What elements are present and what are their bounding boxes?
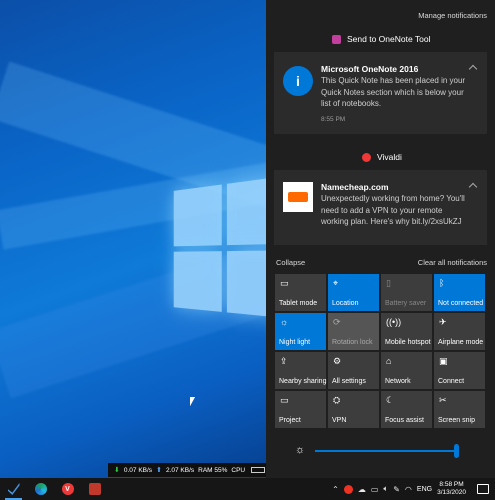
taskbar: V ⌃ ☁ ▭ 🔈︎ ✎ ◠ ENG 8:58 PM 3/13/2020 [0, 478, 495, 500]
collapse-button[interactable]: Collapse [276, 258, 305, 267]
network-icon: ⌂ [386, 356, 392, 366]
focus-assist-icon: ☾ [386, 395, 395, 405]
windows-logo [173, 173, 266, 343]
notification-body: Unexpectedly working from home? You'll n… [321, 194, 465, 226]
quick-action-night-light[interactable]: ☼ Night light [275, 313, 326, 350]
ram-usage: RAM 55% [198, 466, 228, 474]
night-light-icon: ☼ [280, 317, 289, 327]
chevron-up-icon[interactable] [468, 64, 478, 74]
manage-notifications-link[interactable]: Manage notifications [418, 11, 487, 20]
download-speed: 0.07 KB/s [123, 466, 153, 474]
namecheap-logo-icon [283, 182, 313, 212]
onenote-icon [332, 34, 341, 44]
cpu-label: CPU [231, 466, 246, 474]
taskbar-app-visual-studio[interactable] [0, 478, 27, 500]
quick-action-tablet-mode[interactable]: ▭ Tablet mode [275, 274, 326, 311]
tray-app-icon[interactable] [343, 484, 353, 494]
upload-speed: 2.07 KB/s [165, 466, 195, 474]
quick-action-vpn[interactable]: ⛭ VPN [328, 391, 379, 428]
chevron-up-icon[interactable]: ⌃ [332, 485, 339, 494]
volume-icon[interactable]: 🔈︎ [383, 484, 388, 494]
clear-all-notifications-button[interactable]: Clear all notifications [418, 258, 487, 267]
desktop-wallpaper[interactable] [0, 0, 266, 478]
vpn-icon: ⛭ [333, 395, 341, 405]
vivaldi-icon [362, 152, 371, 162]
vivaldi-icon: V [61, 483, 74, 495]
wifi-icon[interactable]: ◠ [405, 485, 412, 494]
mobile-hotspot-icon: ((•)) [386, 317, 402, 327]
app-group-header: Vivaldi [362, 152, 402, 162]
quick-action-rotation-lock[interactable]: ⟳ Rotation lock [328, 313, 379, 350]
brightness-slider[interactable]: ☼ [275, 434, 485, 468]
edge-icon [34, 483, 47, 495]
action-center-icon[interactable] [477, 484, 489, 494]
notification-title: Microsoft OneNote 2016 [321, 64, 419, 74]
action-center: Manage notifications Send to OneNote Too… [266, 0, 495, 478]
language-indicator[interactable]: ENG [417, 486, 432, 493]
rotation-lock-icon: ⟳ [333, 317, 341, 327]
quick-action-battery-saver[interactable]: ▯ Battery saver [381, 274, 432, 311]
quick-action-nearby-sharing[interactable]: ⇪ Nearby sharing [275, 352, 326, 389]
quick-action-focus-assist[interactable]: ☾ Focus assist [381, 391, 432, 428]
airplane-mode-icon: ✈ [439, 317, 447, 327]
taskbar-app-vivaldi[interactable]: V [54, 478, 81, 500]
quick-action-screen-snip[interactable]: ✂ Screen snip [434, 391, 485, 428]
chevron-up-icon[interactable] [468, 182, 478, 192]
notification-card[interactable]: Namecheap.com Unexpectedly working from … [274, 170, 487, 245]
notification-body: This Quick Note has been placed in your … [321, 76, 466, 108]
app-icon [88, 483, 101, 495]
bluetooth-icon: ᛒ [439, 278, 445, 288]
taskbar-app-edge[interactable] [27, 478, 54, 500]
upload-arrow-icon: ⬆ [156, 467, 162, 474]
notification-title: Namecheap.com [321, 182, 389, 192]
quick-action-mobile-hotspot[interactable]: ((•)) Mobile hotspot [381, 313, 432, 350]
cloud-icon[interactable]: ☁ [358, 485, 366, 494]
quick-action-bluetooth[interactable]: ᛒ Not connected [434, 274, 485, 311]
quick-actions-grid: ▭ Tablet mode ⌖ Location ▯ Battery saver ᛒN… [275, 274, 491, 428]
notification-time: 8:55 PM [321, 116, 346, 123]
screen-snip-icon: ✂ [439, 395, 447, 405]
project-icon: ▭ [280, 395, 289, 405]
battery-saver-icon: ▯ [386, 278, 391, 288]
taskbar-app[interactable] [81, 478, 108, 500]
clock-time: 8:58 PM [439, 481, 464, 488]
pen-icon[interactable]: ✎ [393, 485, 400, 494]
app-group-name: Vivaldi [377, 152, 402, 162]
nearby-sharing-icon: ⇪ [280, 356, 288, 366]
visual-studio-icon [7, 483, 20, 495]
quick-action-location[interactable]: ⌖ Location [328, 274, 379, 311]
quick-action-connect[interactable]: ▣ Connect [434, 352, 485, 389]
clock-date: 3/13/2020 [437, 489, 466, 496]
brightness-thumb[interactable] [454, 444, 459, 458]
quick-action-all-settings[interactable]: ⚙ All settings [328, 352, 379, 389]
quick-action-project[interactable]: ▭ Project [275, 391, 326, 428]
battery-icon[interactable]: ▭ [371, 485, 379, 494]
connect-icon: ▣ [439, 356, 448, 366]
quick-action-airplane-mode[interactable]: ✈ Airplane mode [434, 313, 485, 350]
location-icon: ⌖ [333, 278, 339, 288]
app-group-name: Send to OneNote Tool [347, 34, 431, 44]
net-meter: ⬇ 0.07 KB/s ⬆ 2.07 KB/s RAM 55% CPU [108, 463, 266, 477]
info-icon: i [283, 66, 313, 96]
app-group-header: Send to OneNote Tool [332, 34, 431, 44]
settings-icon: ⚙ [333, 356, 342, 366]
mouse-cursor-icon [190, 397, 195, 406]
cpu-meter [251, 467, 266, 473]
notification-card[interactable]: i Microsoft OneNote 2016 This Quick Note… [274, 52, 487, 134]
quick-action-network[interactable]: ⌂ Network [381, 352, 432, 389]
brightness-icon: ☼ [295, 444, 306, 456]
system-tray: ⌃ ☁ ▭ 🔈︎ ✎ ◠ ENG 8:58 PM 3/13/2020 [332, 478, 495, 500]
download-arrow-icon: ⬇ [114, 467, 120, 474]
tablet-mode-icon: ▭ [280, 278, 289, 288]
clock[interactable]: 8:58 PM 3/13/2020 [437, 481, 466, 497]
brightness-track[interactable] [315, 450, 457, 452]
